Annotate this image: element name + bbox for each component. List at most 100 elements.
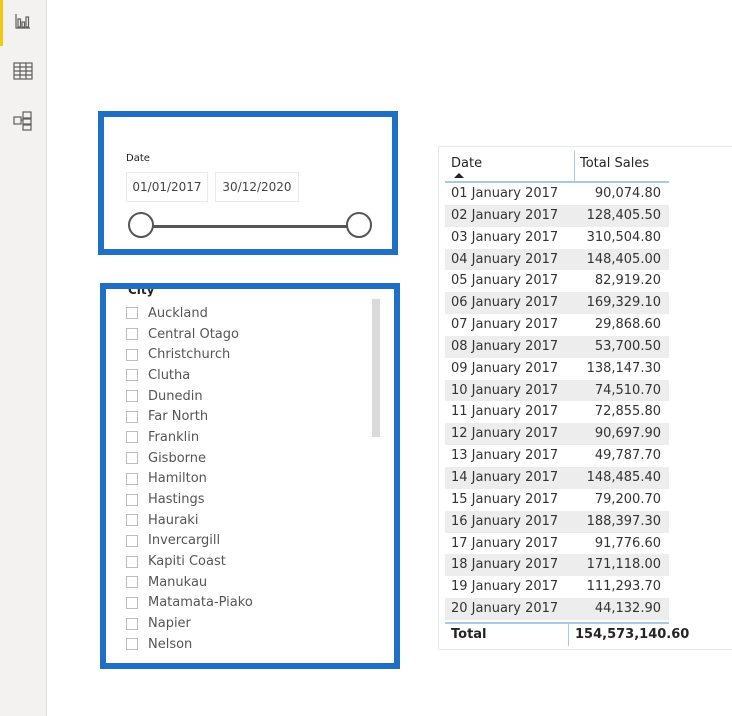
date-range-start-handle[interactable] [128, 212, 154, 238]
table-row[interactable]: 01 January 2017 90,074.80 [445, 183, 669, 205]
table-row[interactable]: 03 January 2017 310,504.80 [445, 227, 669, 249]
city-label: Hastings [148, 492, 205, 508]
checkbox-icon[interactable] [126, 617, 138, 630]
cell-date: 16 January 2017 [451, 513, 559, 529]
cell-date: 05 January 2017 [451, 273, 559, 289]
city-item[interactable]: Clutha [126, 365, 253, 386]
model-icon [13, 111, 33, 135]
city-slicer: City Auckland Central Otago Christchurch Cl… [100, 283, 400, 669]
city-label: Manukau [148, 574, 208, 590]
active-view-indicator [0, 0, 3, 46]
cell-date: 18 January 2017 [451, 557, 559, 573]
table-row[interactable]: 17 January 2017 91,776.60 [445, 533, 669, 555]
date-slicer-title: Date [126, 153, 150, 164]
table-row[interactable]: 07 January 2017 29,868.60 [445, 314, 669, 336]
city-item[interactable]: Far North [126, 406, 253, 427]
view-rail [0, 0, 47, 716]
city-item[interactable]: Christchurch [126, 344, 253, 365]
city-item[interactable]: Manukau [126, 572, 253, 593]
city-item[interactable]: Hamilton [126, 469, 253, 490]
cell-date: 04 January 2017 [451, 251, 559, 267]
data-view-button[interactable] [8, 58, 38, 88]
report-view-button[interactable] [8, 8, 38, 38]
total-column-divider [568, 624, 569, 646]
date-range-end-handle[interactable] [346, 212, 372, 238]
city-item[interactable]: Kapiti Coast [126, 551, 253, 572]
city-item[interactable]: Gisborne [126, 448, 253, 469]
city-item[interactable]: Hastings [126, 489, 253, 510]
city-label: Dunedin [148, 388, 203, 404]
table-row[interactable]: 02 January 2017 128,405.50 [445, 204, 669, 227]
checkbox-icon[interactable] [126, 596, 138, 609]
city-item[interactable]: Dunedin [126, 386, 253, 407]
cell-total-sales: 82,919.20 [594, 273, 661, 289]
checkbox-icon[interactable] [126, 472, 138, 485]
cell-total-sales: 169,329.10 [586, 295, 661, 311]
date-slicer: Date 01/01/2017 30/12/2020 [98, 111, 398, 255]
city-label: Auckland [148, 305, 208, 321]
column-divider[interactable] [574, 151, 575, 181]
cell-total-sales: 128,405.50 [586, 207, 661, 223]
date-from-input[interactable]: 01/01/2017 [126, 172, 208, 202]
city-label: Hamilton [148, 471, 207, 487]
checkbox-icon[interactable] [126, 576, 138, 589]
date-to-input[interactable]: 30/12/2020 [215, 172, 299, 202]
checkbox-icon[interactable] [126, 410, 138, 423]
city-item[interactable]: Nelson [126, 634, 253, 655]
city-item[interactable]: Hauraki [126, 510, 253, 531]
city-item[interactable]: Central Otago [126, 324, 253, 345]
table-row[interactable]: 06 January 2017 169,329.10 [445, 292, 669, 315]
column-header-total-sales[interactable]: Total Sales [580, 156, 649, 171]
checkbox-icon[interactable] [126, 555, 138, 568]
checkbox-icon[interactable] [126, 514, 138, 527]
table-row[interactable]: 19 January 2017 111,293.70 [445, 576, 669, 598]
cell-date: 03 January 2017 [451, 229, 559, 245]
checkbox-icon[interactable] [126, 369, 138, 382]
table-row[interactable]: 08 January 2017 53,700.50 [445, 335, 669, 358]
city-item[interactable]: Franklin [126, 427, 253, 448]
total-separator [445, 622, 669, 624]
date-range-track[interactable] [146, 225, 356, 228]
cell-date: 02 January 2017 [451, 207, 559, 223]
city-list-scrollbar[interactable] [372, 299, 380, 437]
table-row[interactable]: 20 January 2017 44,132.90 [445, 598, 669, 620]
table-body: 01 January 2017 90,074.80 02 January 2017 1… [445, 183, 669, 620]
model-view-button[interactable] [8, 108, 38, 138]
checkbox-icon[interactable] [126, 534, 138, 547]
table-row[interactable]: 18 January 2017 171,118.00 [445, 554, 669, 577]
checkbox-icon[interactable] [126, 348, 138, 361]
cell-date: 20 January 2017 [451, 601, 559, 617]
checkbox-icon[interactable] [126, 431, 138, 444]
city-item[interactable]: Napier [126, 613, 253, 634]
cell-total-sales: 171,118.00 [586, 557, 661, 573]
table-row[interactable]: 04 January 2017 148,405.00 [445, 248, 669, 271]
city-label: Napier [148, 616, 191, 632]
table-row[interactable]: 14 January 2017 148,485.40 [445, 466, 669, 489]
table-row[interactable]: 12 January 2017 90,697.90 [445, 423, 669, 446]
total-label: Total [451, 627, 487, 642]
table-row[interactable]: 09 January 2017 138,147.30 [445, 358, 669, 380]
city-item[interactable]: Invercargill [126, 531, 253, 552]
table-row[interactable]: 10 January 2017 74,510.70 [445, 379, 669, 402]
cell-date: 19 January 2017 [451, 579, 559, 595]
checkbox-icon[interactable] [126, 452, 138, 465]
cell-total-sales: 72,855.80 [594, 404, 661, 420]
table-row[interactable]: 15 January 2017 79,200.70 [445, 489, 669, 511]
cell-total-sales: 29,868.60 [594, 317, 661, 333]
city-item[interactable]: Auckland [126, 303, 253, 324]
checkbox-icon[interactable] [126, 307, 138, 320]
checkbox-icon[interactable] [126, 390, 138, 403]
city-item[interactable]: Matamata-Piako [126, 593, 253, 614]
table-row[interactable]: 05 January 2017 82,919.20 [445, 270, 669, 292]
table-row[interactable]: 11 January 2017 72,855.80 [445, 401, 669, 423]
cell-total-sales: 74,510.70 [594, 382, 661, 398]
cell-total-sales: 90,697.90 [594, 426, 661, 442]
table-row[interactable]: 13 January 2017 49,787.70 [445, 445, 669, 467]
table-row[interactable]: 16 January 2017 188,397.30 [445, 510, 669, 533]
checkbox-icon[interactable] [126, 638, 138, 651]
column-header-date[interactable]: Date [451, 156, 482, 171]
cell-total-sales: 44,132.90 [594, 601, 661, 617]
checkbox-icon[interactable] [126, 328, 138, 341]
cell-total-sales: 148,485.40 [586, 469, 661, 485]
checkbox-icon[interactable] [126, 493, 138, 506]
